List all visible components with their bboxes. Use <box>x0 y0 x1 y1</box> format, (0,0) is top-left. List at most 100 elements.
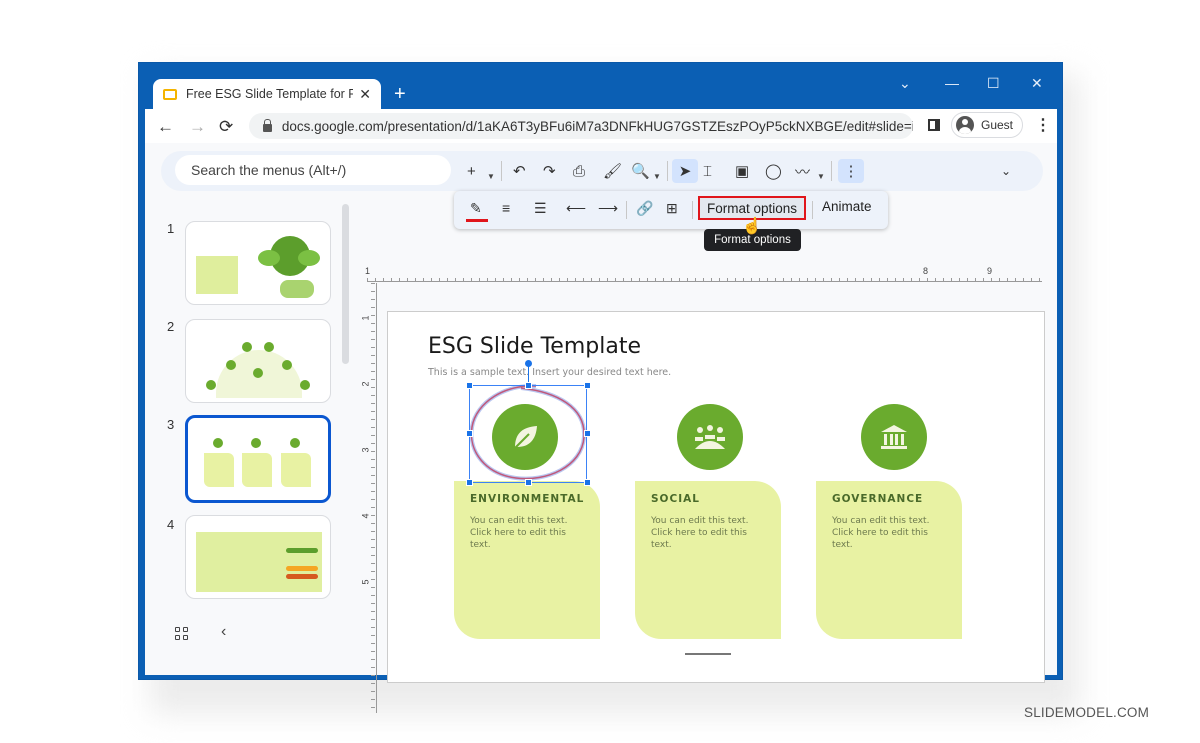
scribble-icon[interactable]: 〰 <box>795 159 810 183</box>
thumb-dot <box>206 380 216 390</box>
textbox-icon[interactable]: ⌶ <box>703 159 712 183</box>
horizontal-ruler: 1 8 9 <box>365 266 1042 282</box>
lock-icon <box>263 118 272 132</box>
card-body: You can edit this text. Click here to ed… <box>832 516 930 550</box>
toolbar-divider <box>667 161 668 181</box>
resize-handle-w[interactable] <box>466 430 473 437</box>
profile-button[interactable]: Guest <box>951 112 1023 138</box>
image-icon[interactable]: ▣ <box>735 159 749 183</box>
paint-format-icon[interactable]: 🖌 <box>603 159 622 183</box>
animate-button[interactable]: Animate <box>822 199 872 214</box>
slide-thumbnail-1[interactable] <box>185 221 331 305</box>
toolbar-divider <box>626 201 627 219</box>
leaf-icon <box>258 250 280 266</box>
thumb-dot <box>213 438 223 448</box>
line-dash-icon[interactable]: ☰ <box>534 200 547 217</box>
thumb-card <box>204 453 234 487</box>
slide-thumbnail-4[interactable] <box>185 515 331 599</box>
toolbar-divider <box>831 161 832 181</box>
bank-icon <box>881 425 907 449</box>
card-social[interactable]: SOCIAL You can edit this text. Click her… <box>635 481 781 639</box>
add-dropdown-icon[interactable]: ▼ <box>487 164 495 188</box>
resize-handle-nw[interactable] <box>466 382 473 389</box>
line-dropdown-icon[interactable]: ▼ <box>817 164 825 188</box>
resize-handle-e[interactable] <box>584 430 591 437</box>
thumb-dot <box>290 438 300 448</box>
slide-title[interactable]: ESG Slide Template <box>428 334 641 359</box>
collapse-filmstrip-icon[interactable]: ‹ <box>221 623 226 641</box>
ruler-label: 2 <box>360 381 371 387</box>
link-icon[interactable]: 🔗 <box>636 200 653 217</box>
collapse-toolbar-icon[interactable]: ⌄ <box>1001 159 1011 183</box>
slide-thumbnail-2[interactable] <box>185 319 331 403</box>
redo-icon[interactable]: ↷ <box>543 159 556 183</box>
back-icon[interactable]: ← <box>157 117 174 137</box>
resize-handle-n[interactable] <box>525 382 532 389</box>
line-start-icon[interactable]: ⟵ <box>566 200 586 217</box>
vertical-ruler: 1 2 3 4 5 <box>360 283 377 713</box>
tab-title: Free ESG Slide Template for Powe <box>185 87 354 101</box>
add-comment-icon[interactable]: ⊞ <box>666 200 678 217</box>
close-window-button[interactable]: ✕ <box>1031 75 1043 92</box>
toolbar-divider <box>812 201 813 219</box>
thumb-card <box>281 453 311 487</box>
card-body: You can edit this text. Click here to ed… <box>470 516 568 550</box>
avatar-icon <box>956 116 974 134</box>
toolbar-divider <box>501 161 502 181</box>
governance-icon-circle[interactable] <box>861 404 927 470</box>
thumb-dot <box>253 368 263 378</box>
toolbar-divider <box>692 201 693 219</box>
minimize-button[interactable]: — <box>945 75 959 91</box>
more-icon[interactable]: ⋮ <box>838 159 864 183</box>
line-weight-icon[interactable]: ≡ <box>502 200 510 216</box>
ruler-label: 8 <box>923 266 929 276</box>
ruler-label: 1 <box>365 266 371 276</box>
zoom-dropdown-icon[interactable]: ▼ <box>653 164 661 188</box>
resize-handle-s[interactable] <box>525 479 532 486</box>
search-menus-input[interactable]: Search the menus (Alt+/) <box>175 155 451 185</box>
side-panel-icon[interactable] <box>928 119 940 131</box>
thumb-dot <box>251 438 261 448</box>
new-tab-button[interactable]: + <box>394 83 406 105</box>
slide-subtitle[interactable]: This is a sample text. Insert your desir… <box>428 367 671 378</box>
undo-icon[interactable]: ↶ <box>513 159 526 183</box>
card-heading: ENVIRONMENTAL <box>470 493 585 505</box>
address-bar-row: ← → ⟳ docs.google.com/presentation/d/1aK… <box>145 109 1057 143</box>
reload-icon[interactable]: ⟳ <box>219 117 233 137</box>
social-icon-circle[interactable] <box>677 404 743 470</box>
line-color-icon[interactable]: ✎ <box>470 200 482 217</box>
resize-handle-se[interactable] <box>584 479 591 486</box>
toolbar: Search the menus (Alt+/) + ▼ ↶ ↷ ⎙ 🖌 🔍 ▼… <box>161 151 1043 191</box>
maximize-button[interactable]: ☐ <box>987 75 1000 92</box>
card-heading: SOCIAL <box>651 493 700 505</box>
browser-tab[interactable]: Free ESG Slide Template for Powe ✕ <box>153 79 381 109</box>
tab-search-icon[interactable]: ⌄ <box>899 75 911 92</box>
card-governance[interactable]: GOVERNANCE You can edit this text. Click… <box>816 481 962 639</box>
slide-thumbnail-3[interactable] <box>185 415 331 503</box>
card-body: You can edit this text. Click here to ed… <box>651 516 749 550</box>
url-bar[interactable]: docs.google.com/presentation/d/1aKA6T3yB… <box>249 113 913 139</box>
tab-close-icon[interactable]: ✕ <box>359 86 371 103</box>
url-text: docs.google.com/presentation/d/1aKA6T3yB… <box>281 118 913 134</box>
speaker-notes-handle[interactable] <box>685 653 731 655</box>
filmstrip-scrollbar[interactable] <box>342 204 349 364</box>
grid-view-icon[interactable] <box>175 627 189 641</box>
line-end-icon[interactable]: ⟶ <box>598 200 618 217</box>
thumb-card <box>242 453 272 487</box>
forward-icon[interactable]: → <box>189 117 206 137</box>
print-icon[interactable]: ⎙ <box>573 159 585 183</box>
shape-icon[interactable]: ◯ <box>765 159 782 183</box>
resize-handle-sw[interactable] <box>466 479 473 486</box>
slide-canvas[interactable]: ESG Slide Template This is a sample text… <box>387 311 1045 683</box>
card-environmental[interactable]: ENVIRONMENTAL You can edit this text. Cl… <box>454 481 600 639</box>
browser-menu-icon[interactable]: ⋮ <box>1035 115 1051 135</box>
browser-window: Free ESG Slide Template for Powe ✕ + ⌄ —… <box>138 62 1063 713</box>
ruler-label: 4 <box>360 513 371 519</box>
select-icon[interactable]: ➤ <box>672 159 698 183</box>
resize-handle-ne[interactable] <box>584 382 591 389</box>
thumb-textblock <box>196 256 238 294</box>
context-toolbar: ✎ ≡ ☰ ⟵ ⟶ 🔗 ⊞ Format options Animate <box>454 191 888 229</box>
add-icon[interactable]: + <box>467 159 476 183</box>
zoom-icon[interactable]: 🔍 <box>631 159 650 183</box>
thumb-bar <box>286 574 318 579</box>
